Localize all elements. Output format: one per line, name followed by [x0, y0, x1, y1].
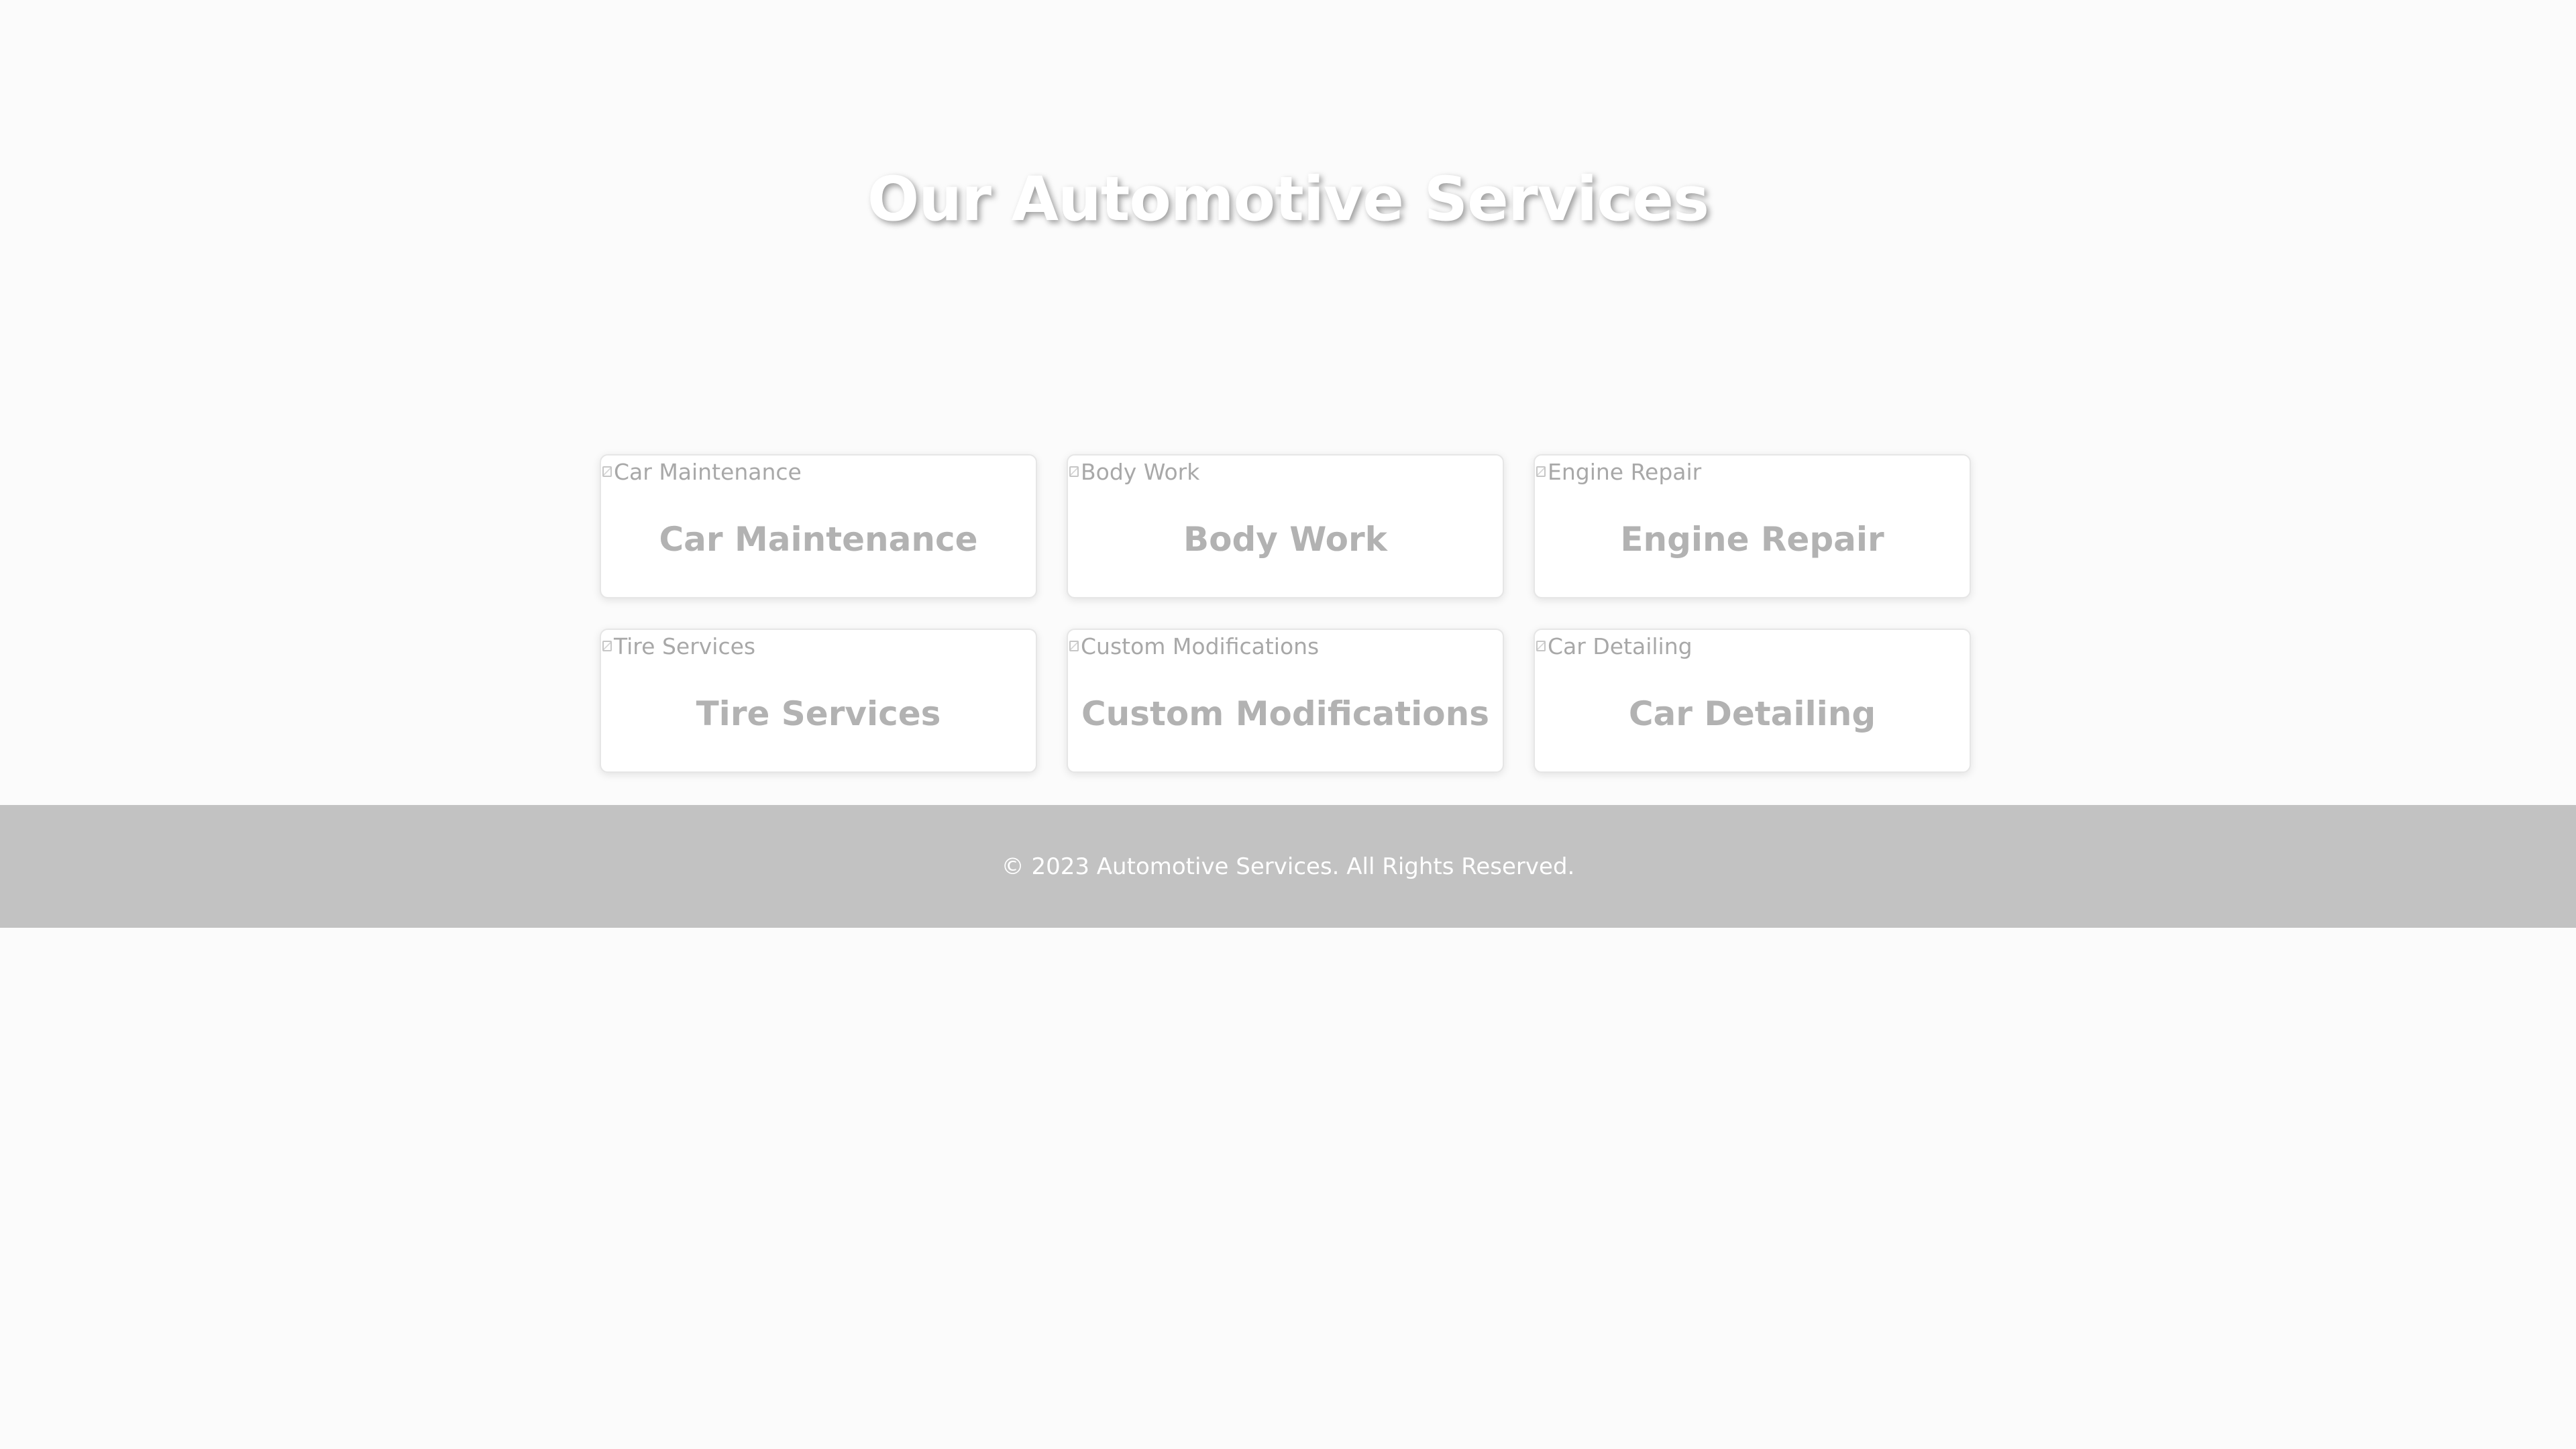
service-card-custom-modifications[interactable]: Custom Modifications Custom Modification… [1067, 629, 1504, 773]
broken-image-icon [1536, 641, 1546, 651]
broken-image-icon [1069, 641, 1079, 651]
service-card-body-work[interactable]: Body Work Body Work [1067, 454, 1504, 598]
service-card-car-maintenance[interactable]: Car Maintenance Car Maintenance [600, 454, 1037, 598]
service-title: Custom Modifications [1081, 694, 1490, 733]
service-image: Engine Repair [1535, 455, 1966, 488]
image-alt-text: Custom Modifications [1081, 633, 1320, 659]
broken-image-icon [1536, 466, 1546, 477]
broken-image-icon [602, 641, 612, 651]
broken-image-icon [602, 466, 612, 477]
page-title: Our Automotive Services [867, 164, 1709, 235]
service-card-engine-repair[interactable]: Engine Repair Engine Repair [1534, 454, 1971, 598]
service-image: Body Work [1068, 455, 1499, 488]
image-alt-text: Car Maintenance [614, 458, 802, 485]
service-title: Car Maintenance [659, 520, 978, 559]
broken-image-icon [1069, 466, 1079, 477]
footer-copyright: © 2023 Automotive Services. All Rights R… [1001, 853, 1575, 880]
image-alt-text: Car Detailing [1548, 633, 1693, 659]
service-image: Car Maintenance [601, 455, 1032, 488]
service-title: Car Detailing [1628, 694, 1876, 733]
services-grid: Car Maintenance Car Maintenance Body Wor… [600, 454, 1971, 773]
service-card-car-detailing[interactable]: Car Detailing Car Detailing [1534, 629, 1971, 773]
image-alt-text: Body Work [1081, 458, 1200, 485]
service-image: Tire Services [601, 630, 1032, 662]
service-title: Tire Services [696, 694, 941, 733]
image-alt-text: Engine Repair [1548, 458, 1702, 485]
service-title: Engine Repair [1620, 520, 1884, 559]
service-card-tire-services[interactable]: Tire Services Tire Services [600, 629, 1037, 773]
service-image: Custom Modifications [1068, 630, 1499, 662]
service-title: Body Work [1183, 520, 1387, 559]
footer: © 2023 Automotive Services. All Rights R… [0, 805, 2576, 928]
service-image: Car Detailing [1535, 630, 1966, 662]
image-alt-text: Tire Services [614, 633, 756, 659]
